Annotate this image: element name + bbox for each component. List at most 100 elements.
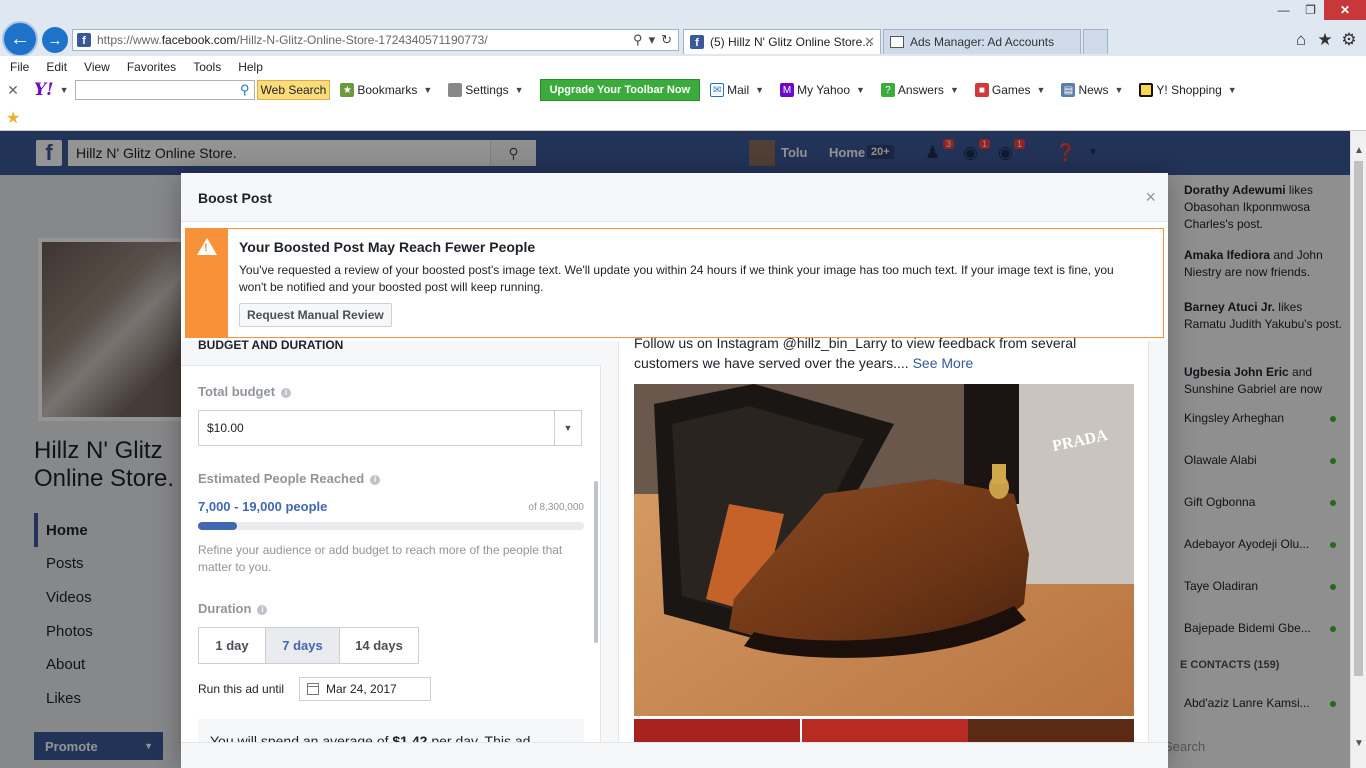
mail-icon: ✉ [710,83,725,97]
news-button[interactable]: ▤ News ▼ [1061,83,1129,97]
warning-title: Your Boosted Post May Reach Fewer People [239,239,536,255]
budget-panel: BUDGET AND DURATION Total budget i $10.00… [181,338,601,768]
chevron-down-icon: ▼ [1227,85,1237,95]
close-toolbar-icon[interactable]: ✕ [2,82,24,99]
facebook-favicon-icon: f [77,33,91,47]
menu-edit[interactable]: Edit [46,60,67,74]
post-preview-card: Follow us on Instagram @hillz_bin_Larry … [618,335,1149,768]
chevron-down-icon: ▼ [856,85,865,95]
info-icon[interactable]: i [257,605,268,615]
address-bar[interactable]: f https://www.facebook.com/Hillz-N-Glitz… [72,29,679,51]
menu-favorites[interactable]: Favorites [127,60,176,74]
end-date-field[interactable]: Mar 24, 2017 [299,677,431,701]
run-until-label: Run this ad until [198,682,285,696]
menu-bar: File Edit View Favorites Tools Help [0,56,1366,77]
section-heading: BUDGET AND DURATION [198,338,344,352]
new-tab-button[interactable] [1083,29,1108,54]
tab-label: Ads Manager: Ad Accounts [910,35,1055,49]
answers-icon: ? [880,83,895,97]
news-icon: ▤ [1061,83,1076,97]
warning-banner: ! Your Boosted Post May Reach Fewer Peop… [185,228,1164,338]
warning-strip: ! [186,229,228,337]
my-yahoo-button[interactable]: M My Yahoo ▼ [780,83,871,97]
dialog-header: Boost Post × [181,173,1168,222]
yahoo-logo[interactable]: Y! [34,80,54,100]
chevron-down-icon[interactable]: ▼ [60,85,69,95]
tab-facebook[interactable]: f (5) Hillz N' Glitz Online Store... ✕ [683,29,881,54]
settings-button[interactable]: Settings ▼ [448,83,529,97]
panel-scrollbar[interactable] [594,481,598,643]
games-icon: ■ [974,83,989,97]
scroll-up-icon[interactable]: ▲ [1354,145,1364,156]
shopping-button[interactable]: Y! Shopping ▼ [1139,83,1242,97]
bookmarks-button[interactable]: ★ Bookmarks ▼ [340,83,438,97]
add-favorite-star-icon[interactable]: ★ [6,108,20,128]
refresh-icon[interactable]: ↻ [661,32,672,48]
duration-14-days-button[interactable]: 14 days [339,627,419,664]
favorites-star-icon[interactable]: ★ [1314,29,1336,51]
tab-label: (5) Hillz N' Glitz Online Store... [710,35,873,49]
duration-7-days-button[interactable]: 7 days [265,627,340,664]
info-icon[interactable]: i [370,475,381,485]
close-window-button[interactable]: ✕ [1324,0,1366,20]
games-button[interactable]: ■ Games ▼ [974,83,1052,97]
arrow-right-icon: → [47,31,63,49]
shopping-icon [1139,83,1154,97]
chevron-down-icon: ▼ [755,85,765,95]
dialog-footer [181,742,1168,768]
upgrade-toolbar-button[interactable]: Upgrade Your Toolbar Now [539,79,701,101]
search-icon[interactable]: ⚲ [633,32,643,48]
home-icon[interactable]: ⌂ [1290,29,1312,51]
chevron-down-icon[interactable]: ▼ [554,411,581,445]
browser-titlebar: ← → f https://www.facebook.com/Hillz-N-G… [0,0,1366,57]
post-preview-panel: Follow us on Instagram @hillz_bin_Larry … [601,335,1168,768]
scrollbar-thumb[interactable] [1354,161,1363,676]
section-heading-row: BUDGET AND DURATION [181,338,601,366]
total-budget-label: Total budget i [198,384,292,399]
duration-1-day-button[interactable]: 1 day [198,627,266,664]
dropdown-icon[interactable]: ▾ [649,32,656,48]
url-text[interactable]: https://www.facebook.com/Hillz-N-Glitz-O… [97,33,633,47]
page-favicon-icon [890,36,904,48]
close-tab-icon[interactable]: ✕ [864,34,875,50]
maximize-button[interactable]: ❐ [1297,0,1324,20]
menu-help[interactable]: Help [238,60,263,74]
tab-ads-manager[interactable]: Ads Manager: Ad Accounts [883,29,1081,54]
answers-button[interactable]: ? Answers ▼ [880,83,965,97]
arrow-left-icon: ← [10,27,30,50]
duration-label: Duration i [198,601,268,616]
chevron-down-icon: ▼ [1036,85,1046,95]
mail-button[interactable]: ✉ Mail ▼ [710,83,770,97]
back-button[interactable]: ← [2,21,38,57]
minimize-button[interactable]: — [1270,0,1297,20]
search-icon[interactable]: ⚲ [240,82,250,98]
menu-file[interactable]: File [10,60,29,74]
dialog-title: Boost Post [198,190,272,206]
facebook-favicon-icon: f [690,35,704,49]
forward-button[interactable]: → [42,27,68,53]
scroll-down-icon[interactable]: ▼ [1354,738,1364,749]
settings-icon [448,83,463,97]
menu-tools[interactable]: Tools [193,60,221,74]
info-icon[interactable]: i [281,388,292,398]
post-text: Follow us on Instagram @hillz_bin_Larry … [634,335,1077,371]
reach-progress-bar [198,522,584,530]
reach-progress-fill [198,522,237,530]
chevron-down-icon: ▼ [1114,85,1124,95]
yahoo-search-input[interactable]: ⚲ [74,80,255,100]
chevron-down-icon: ▼ [514,85,524,95]
menu-view[interactable]: View [84,60,110,74]
chevron-down-icon: ▼ [423,85,433,95]
boost-post-dialog: Boost Post × ! Your Boosted Post May Rea… [181,173,1168,768]
post-photo[interactable]: PRADA [634,384,1134,716]
warning-text: You've requested a review of your booste… [239,263,1114,294]
yahoo-toolbar: ✕ Y! ▼ ⚲ Web Search ★ Bookmarks ▼ Settings… [0,77,1366,103]
page-scrollbar[interactable]: ▲ ▼ [1350,131,1366,768]
see-more-link[interactable]: See More [913,355,974,371]
request-manual-review-button[interactable]: Request Manual Review [239,303,392,327]
settings-gear-icon[interactable]: ⚙ [1338,29,1360,51]
budget-select[interactable]: $10.00 ▼ [198,410,582,446]
web-search-button[interactable]: Web Search [256,80,331,100]
close-icon[interactable]: × [1145,187,1156,208]
my-yahoo-icon: M [780,83,795,97]
